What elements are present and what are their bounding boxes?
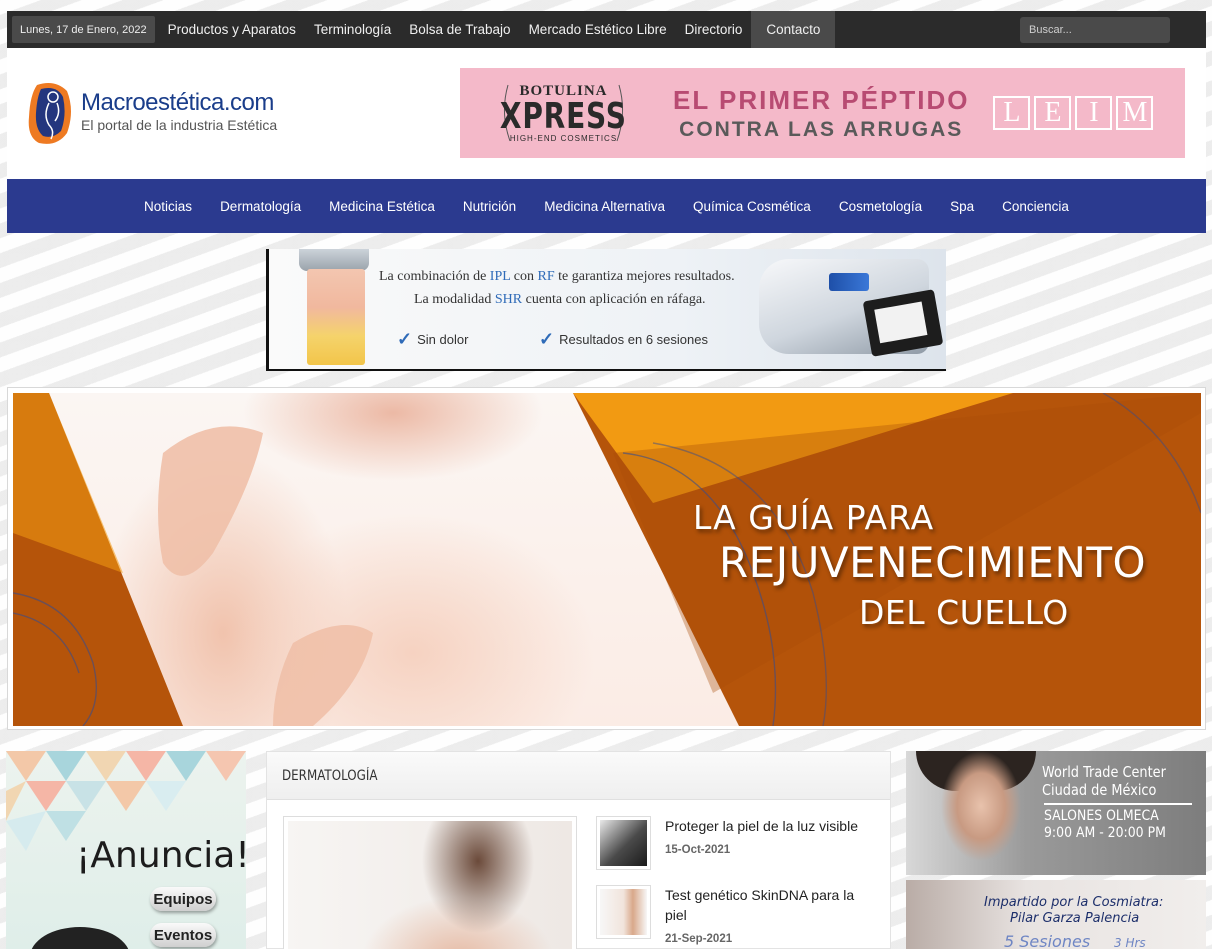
leim-letter: E	[1034, 96, 1072, 130]
article-title[interactable]: Test genético SkinDNA para la piel	[665, 885, 876, 925]
person-photo	[30, 927, 130, 949]
wtc-line1: World Trade Center	[1042, 763, 1166, 781]
nav-cosmetologia[interactable]: Cosmetología	[825, 199, 936, 214]
site-logo[interactable]: Macroestética.com El portal de la indust…	[27, 81, 297, 151]
hero-title-line3: DEL CUELLO	[859, 593, 1069, 632]
hero-title-line1: LA GUÍA PARA	[693, 498, 935, 537]
article-thumbnail[interactable]	[596, 816, 651, 870]
hero-title-line2: REJUVENECIMIENTO	[719, 538, 1147, 587]
botulina-banner-ad[interactable]: BOTULINA XPRESS HIGH-END COSMETICS EL PR…	[460, 68, 1185, 158]
eventos-button[interactable]: Eventos	[150, 923, 216, 947]
check-icon: ✓	[397, 329, 413, 349]
anuncia-side-ad[interactable]: ¡Anuncia! Equipos Eventos	[6, 751, 246, 949]
list-item[interactable]: Proteger la piel de la luz visible 15-Oc…	[596, 816, 876, 870]
ipl-text-line2: La modalidad SHR cuenta con aplicación e…	[414, 292, 706, 307]
ipl-text-line1: La combinación de IPL con RF te garantiz…	[379, 269, 735, 284]
hero-slider[interactable]: LA GUÍA PARA REJUVENECIMIENTO DEL CUELLO	[7, 387, 1206, 730]
current-date: Lunes, 17 de Enero, 2022	[12, 16, 155, 43]
curso-line3: 5 Sesiones	[1004, 932, 1091, 949]
logo-mark-icon	[27, 81, 73, 146]
leim-letter: M	[1116, 96, 1154, 130]
wtc-line2: Ciudad de México	[1042, 781, 1157, 799]
featured-article-image[interactable]	[283, 816, 577, 949]
model-photo	[926, 751, 1036, 875]
hero-banner[interactable]: LA GUÍA PARA REJUVENECIMIENTO DEL CUELLO	[13, 393, 1201, 726]
article-date: 21-Sep-2021	[665, 933, 733, 945]
top-link-terminologia[interactable]: Terminología	[305, 11, 400, 48]
ipl-handpiece-image	[862, 289, 944, 357]
botulina-logo: BOTULINA XPRESS HIGH-END COSMETICS	[496, 75, 631, 151]
top-bar: Lunes, 17 de Enero, 2022 Productos y Apa…	[7, 11, 1206, 48]
list-item[interactable]: Test genético SkinDNA para la piel 21-Se…	[596, 885, 876, 945]
site-header: Macroestética.com El portal de la indust…	[7, 48, 1206, 179]
ad-headline2: CONTRA LAS ARRUGAS	[679, 117, 964, 141]
anuncia-title: ¡Anuncia!	[76, 835, 246, 876]
article-title[interactable]: Proteger la piel de la luz visible	[665, 816, 858, 836]
logo-tagline: El portal de la industria Estética	[81, 117, 278, 133]
curso-line1: Impartido por la Cosmiatra:	[984, 895, 1164, 910]
wtc-line3: SALONES OLMECA	[1044, 808, 1159, 824]
curso-line4: 3 Hrs	[1114, 936, 1146, 949]
top-link-productos[interactable]: Productos y Aparatos	[159, 11, 305, 48]
ipl-banner-ad[interactable]: La combinación de IPL con RF te garantiz…	[266, 249, 946, 371]
top-link-bolsa-trabajo[interactable]: Bolsa de Trabajo	[400, 11, 519, 48]
curso-ad[interactable]: Impartido por la Cosmiatra: Pilar Garza …	[906, 880, 1206, 949]
nav-nutricion[interactable]: Nutrición	[449, 199, 530, 214]
device-arm-image	[299, 249, 369, 271]
article-thumbnail[interactable]	[596, 885, 651, 939]
nav-quimica-cosmetica[interactable]: Química Cosmética	[679, 199, 825, 214]
article-date: 15-Oct-2021	[665, 844, 731, 856]
nav-noticias[interactable]: Noticias	[130, 199, 206, 214]
leim-logo: L E I M	[993, 96, 1154, 130]
nav-medicina-alternativa[interactable]: Medicina Alternativa	[530, 199, 679, 214]
divider	[1044, 803, 1192, 805]
wtc-event-ad[interactable]: World Trade Center Ciudad de México SALO…	[906, 751, 1206, 875]
leim-letter: L	[993, 96, 1031, 130]
top-link-contacto[interactable]: Contacto	[751, 11, 836, 48]
top-links: Productos y Aparatos Terminología Bolsa …	[159, 11, 836, 48]
logo-title: Macroestética.com	[81, 89, 274, 116]
nav-dermatologia[interactable]: Dermatología	[206, 199, 315, 214]
skin-diagram-image	[307, 269, 365, 365]
main-nav: Noticias Dermatología Medicina Estética …	[7, 179, 1206, 233]
dermatologia-section: DERMATOLOGÍA Proteger la piel de la luz …	[266, 751, 891, 949]
leim-letter: I	[1075, 96, 1113, 130]
top-link-mercado[interactable]: Mercado Estético Libre	[520, 11, 676, 48]
wtc-line4: 9:00 AM - 20:00 PM	[1044, 825, 1166, 841]
section-header: DERMATOLOGÍA	[267, 752, 890, 800]
check-icon: ✓	[539, 329, 555, 349]
ipl-check-2: ✓ Resultados en 6 sesiones	[539, 329, 708, 349]
nav-conciencia[interactable]: Conciencia	[988, 199, 1083, 214]
search-input[interactable]	[1020, 17, 1170, 43]
top-link-directorio[interactable]: Directorio	[676, 11, 752, 48]
ad-brand-line2: XPRESS	[500, 96, 627, 137]
curso-line2: Pilar Garza Palencia	[1010, 911, 1140, 926]
nav-medicina-estetica[interactable]: Medicina Estética	[315, 199, 449, 214]
ipl-check-1: ✓ Sin dolor	[397, 329, 469, 349]
section-title[interactable]: DERMATOLOGÍA	[282, 768, 378, 784]
nav-spa[interactable]: Spa	[936, 199, 988, 214]
equipos-button[interactable]: Equipos	[150, 887, 216, 911]
ad-headline1: EL PRIMER PÉPTIDO	[673, 84, 970, 115]
